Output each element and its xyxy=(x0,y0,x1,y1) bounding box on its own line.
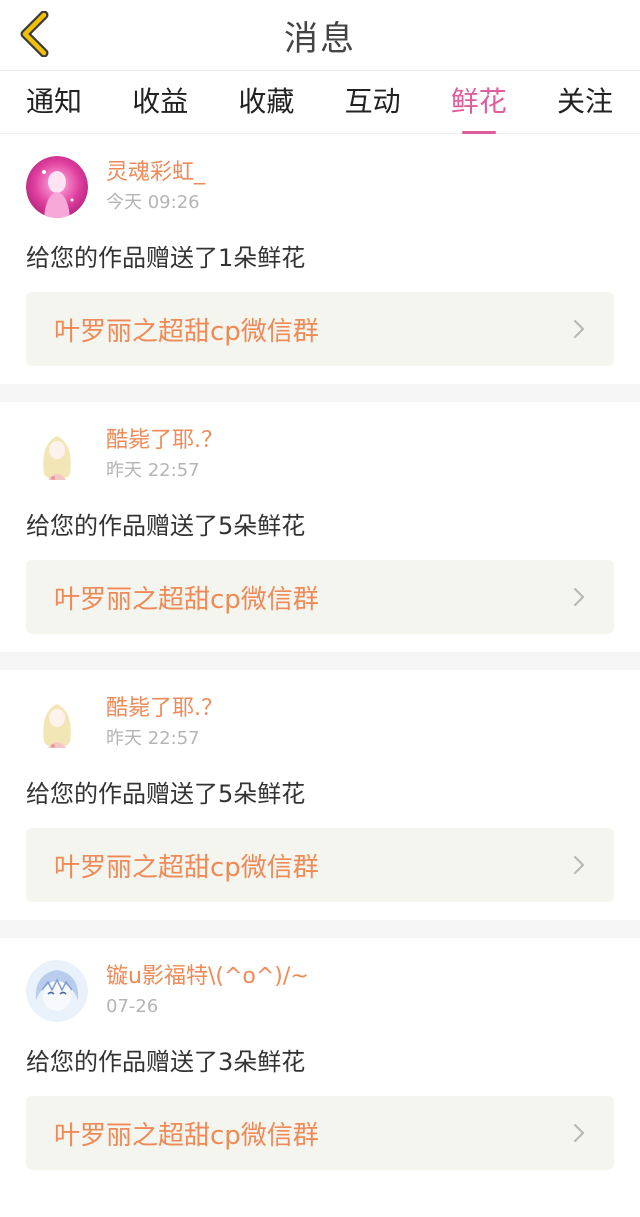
message-text: 给您的作品赠送了5朵鲜花 xyxy=(26,512,306,540)
tab-notifications[interactable]: 通知 xyxy=(26,74,82,130)
sender-row: 酷毙了耶.？ 昨天 22:57 xyxy=(26,422,614,488)
top-bar: 消息 xyxy=(0,0,640,71)
tab-favorites[interactable]: 收藏 xyxy=(238,74,294,130)
work-link-button[interactable]: 叶罗丽之超甜cp微信群 xyxy=(26,828,614,902)
sender-username[interactable]: 酷毙了耶.？ xyxy=(106,694,223,724)
sender-info: 酷毙了耶.？ 昨天 22:57 xyxy=(106,694,223,752)
message-time: 昨天 22:57 xyxy=(106,460,200,481)
sender-info: 灵魂彩虹_ 今天 09:26 xyxy=(106,158,205,216)
chevron-right-icon xyxy=(572,853,588,877)
message-time: 07-26 xyxy=(106,996,159,1017)
message-time: 今天 09:26 xyxy=(106,192,200,213)
back-button[interactable] xyxy=(14,10,54,58)
section-divider xyxy=(0,384,640,402)
sender-username[interactable]: 灵魂彩虹_ xyxy=(106,158,205,188)
pink-avatar[interactable] xyxy=(26,156,88,218)
message-time: 昨天 22:57 xyxy=(106,728,200,749)
blue-anime-avatar[interactable] xyxy=(26,960,88,1022)
message-card: 镟u影福特\(^o^)/~ 07-26 给您的作品赠送了3朵鲜花 叶罗丽之超甜c… xyxy=(0,938,640,1188)
message-text: 给您的作品赠送了3朵鲜花 xyxy=(26,1048,306,1076)
work-link-button[interactable]: 叶罗丽之超甜cp微信群 xyxy=(26,292,614,366)
sender-row: 酷毙了耶.？ 昨天 22:57 xyxy=(26,690,614,756)
sender-username[interactable]: 镟u影福特\(^o^)/~ xyxy=(106,962,309,992)
tab-interactions[interactable]: 互动 xyxy=(345,74,401,130)
message-text: 给您的作品赠送了1朵鲜花 xyxy=(26,244,306,272)
blonde-doll-avatar[interactable] xyxy=(26,692,88,754)
chevron-right-icon xyxy=(572,585,588,609)
work-link-button[interactable]: 叶罗丽之超甜cp微信群 xyxy=(26,560,614,634)
work-title: 叶罗丽之超甜cp微信群 xyxy=(54,316,319,347)
work-link-button[interactable]: 叶罗丽之超甜cp微信群 xyxy=(26,1096,614,1170)
tab-bar: 通知 收益 收藏 互动 鲜花 关注 xyxy=(0,71,640,134)
sender-info: 酷毙了耶.？ 昨天 22:57 xyxy=(106,426,223,484)
tab-earnings[interactable]: 收益 xyxy=(132,74,188,130)
sender-username[interactable]: 酷毙了耶.？ xyxy=(106,426,223,456)
blonde-doll-avatar[interactable] xyxy=(26,424,88,486)
message-card: 灵魂彩虹_ 今天 09:26 给您的作品赠送了1朵鲜花 叶罗丽之超甜cp微信群 xyxy=(0,134,640,384)
chevron-left-icon xyxy=(20,11,49,57)
tab-flowers[interactable]: 鲜花 xyxy=(451,74,507,130)
chevron-right-icon xyxy=(572,317,588,341)
section-divider xyxy=(0,652,640,670)
tab-following[interactable]: 关注 xyxy=(557,74,613,130)
section-divider xyxy=(0,920,640,938)
work-title: 叶罗丽之超甜cp微信群 xyxy=(54,1120,319,1151)
work-title: 叶罗丽之超甜cp微信群 xyxy=(54,584,319,615)
chevron-right-icon xyxy=(572,1121,588,1145)
message-card: 酷毙了耶.？ 昨天 22:57 给您的作品赠送了5朵鲜花 叶罗丽之超甜cp微信群 xyxy=(0,670,640,920)
sender-row: 灵魂彩虹_ 今天 09:26 xyxy=(26,154,614,220)
message-text: 给您的作品赠送了5朵鲜花 xyxy=(26,780,306,808)
message-card: 酷毙了耶.？ 昨天 22:57 给您的作品赠送了5朵鲜花 叶罗丽之超甜cp微信群 xyxy=(0,402,640,652)
page-title: 消息 xyxy=(284,18,356,59)
sender-row: 镟u影福特\(^o^)/~ 07-26 xyxy=(26,958,614,1024)
work-title: 叶罗丽之超甜cp微信群 xyxy=(54,852,319,883)
sender-info: 镟u影福特\(^o^)/~ 07-26 xyxy=(106,962,309,1020)
